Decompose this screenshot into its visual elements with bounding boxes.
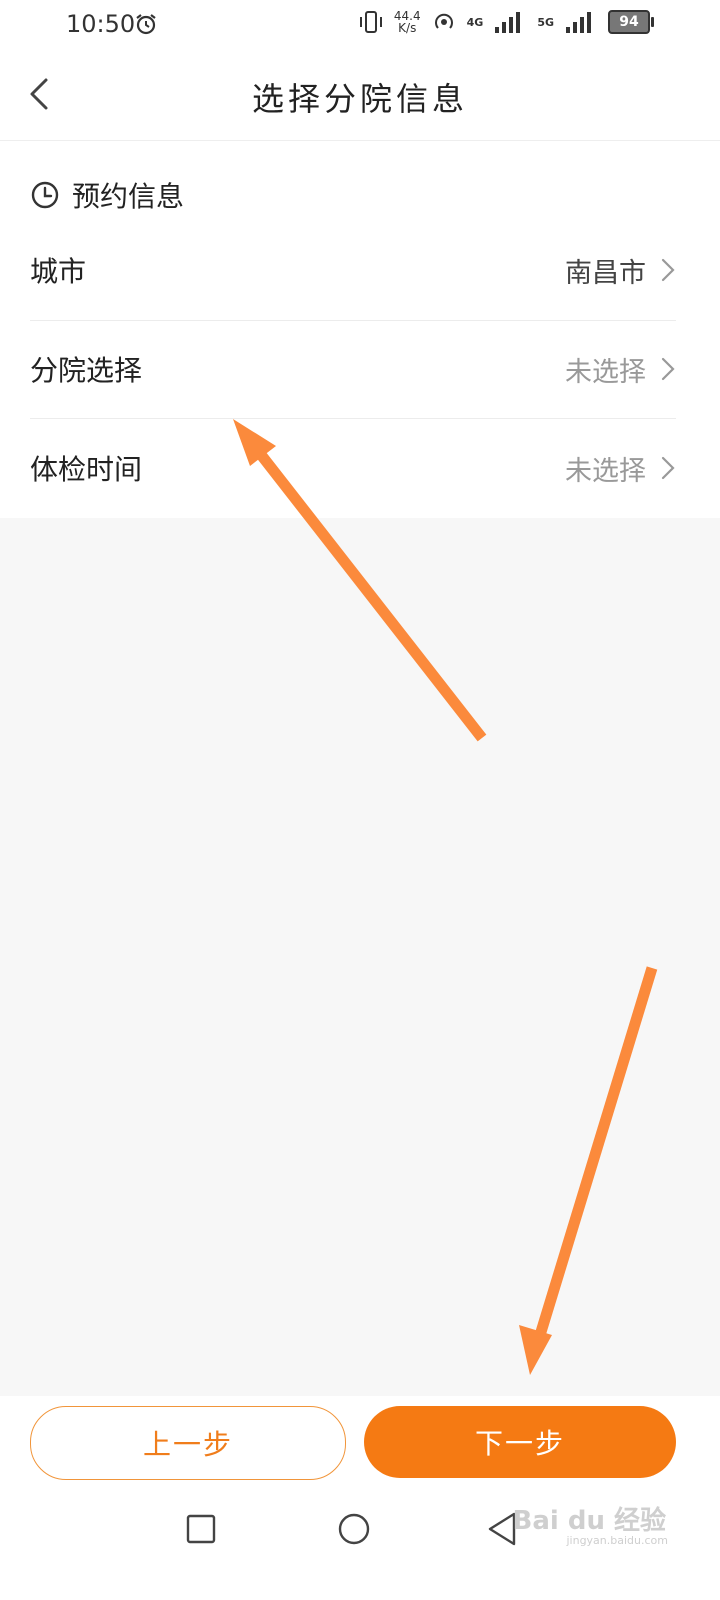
system-navigation-bar: Bai du 经验 jingyan.baidu.com — [0, 1490, 720, 1600]
city-row[interactable]: 城市 南昌市 — [30, 221, 676, 319]
hotspot-icon — [434, 13, 453, 29]
exam-time-value-group: 未选择 — [565, 449, 676, 488]
exam-time-label: 体检时间 — [30, 453, 143, 486]
clock-icon — [31, 181, 59, 209]
status-indicators: 44.4 K/s 4G 5G 94 — [358, 8, 654, 36]
city-value-group: 南昌市 — [565, 251, 676, 290]
watermark-url: jingyan.baidu.com — [566, 1534, 668, 1547]
branch-select-label: 分院选择 — [30, 354, 143, 387]
exam-time-value: 未选择 — [565, 455, 646, 487]
signal-icon — [495, 12, 521, 33]
network-type: 4G — [466, 15, 484, 29]
bottom-action-bar: 上一步 下一步 — [0, 1396, 720, 1490]
alarm-icon — [136, 14, 156, 35]
chevron-right-icon — [661, 456, 675, 480]
header: 选择分院信息 — [0, 50, 720, 141]
appointment-card: 预约信息 城市 南昌市 分院选择 未选择 体检时间 未选择 — [0, 141, 720, 518]
page-title: 选择分院信息 — [251, 80, 468, 118]
branch-select-row[interactable]: 分院选择 未选择 — [30, 320, 676, 418]
vibrate-icon — [359, 11, 382, 33]
section-header: 预约信息 — [30, 175, 184, 215]
home-icon[interactable] — [337, 1512, 371, 1546]
recent-apps-icon[interactable] — [186, 1514, 216, 1544]
battery-icon: 94 — [608, 10, 654, 34]
annotation-arrow-down — [519, 966, 658, 1375]
prev-step-button[interactable]: 上一步 — [30, 1406, 346, 1480]
status-bar: 10:50 44.4 K/s 4G 5G 94 — [0, 0, 720, 50]
section-title: 预约信息 — [72, 180, 185, 213]
signal-icon-2 — [566, 12, 591, 33]
city-value: 南昌市 — [565, 257, 646, 289]
network-type-2: 5G — [537, 15, 554, 29]
chevron-right-icon — [661, 357, 675, 381]
watermark-logo: Bai du 经验 — [512, 1506, 667, 1536]
net-speed: 44.4 K/s — [393, 9, 421, 35]
status-time: 10:50 — [66, 10, 136, 38]
city-label: 城市 — [30, 255, 87, 288]
chevron-right-icon — [661, 258, 675, 282]
branch-value-group: 未选择 — [565, 350, 676, 389]
branch-select-value: 未选择 — [565, 356, 646, 388]
next-step-button[interactable]: 下一步 — [364, 1406, 676, 1478]
exam-time-row[interactable]: 体检时间 未选择 — [30, 419, 676, 517]
